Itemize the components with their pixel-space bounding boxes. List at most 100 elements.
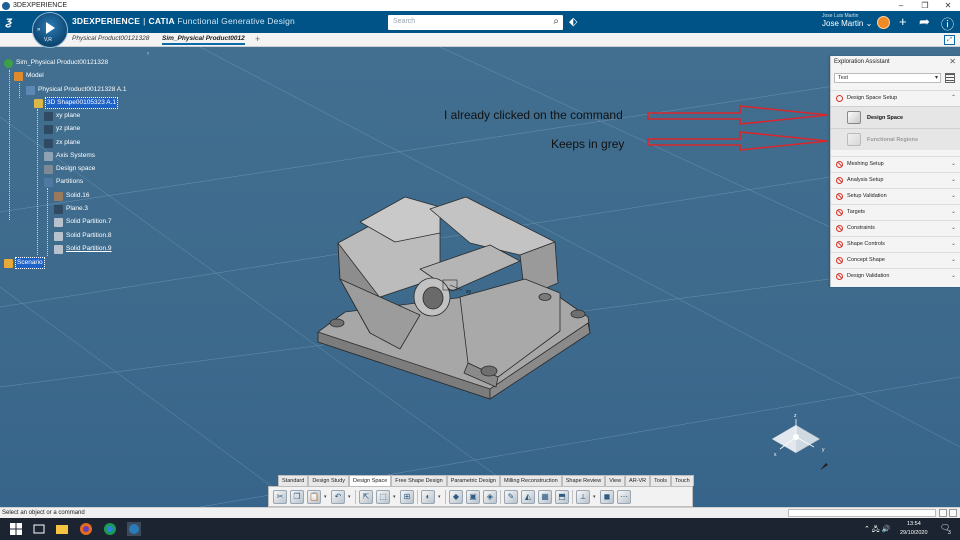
copy-icon[interactable]: ❐ [290,489,304,504]
task-view-icon[interactable] [32,522,46,536]
3dexperience-taskbar-icon[interactable] [127,522,141,536]
ea-row-design-space-setup[interactable]: Design Space Setup ⌃ [831,90,960,106]
ea-sub-functional-regions[interactable]: Functional Regions [831,128,960,150]
review-icon[interactable]: ▦ [538,489,552,504]
tree-node-design-space[interactable]: Design space [44,164,95,174]
ea-row-constraints[interactable]: Constraints ⌄ [831,220,960,236]
chevron-down-icon[interactable]: ⌄ [951,192,956,199]
chevron-down-icon[interactable]: ⌄ [951,176,956,183]
fullscreen-icon[interactable]: ⤢ [944,35,955,45]
paste-icon[interactable]: 📋 [307,489,321,504]
dropdown-icon[interactable]: ▾ [593,494,597,500]
undo-icon[interactable]: ↶ [331,489,345,504]
dropdown-icon[interactable]: ▾ [393,494,397,500]
render-style-icon[interactable]: ◐ [421,489,435,504]
tab-ar-vr[interactable]: AR-VR [625,475,651,486]
ea-sub-design-space[interactable]: Design Space [831,106,960,128]
dropdown-icon[interactable]: ▾ [324,494,328,500]
ds-logo-icon[interactable]: ƺ [6,14,12,28]
maximize-button[interactable]: ❐ [914,0,936,11]
select-icon[interactable]: ⇱ [359,489,373,504]
tree-node-scenario[interactable]: Scenario [4,257,45,269]
command-clear-icon[interactable] [939,509,947,517]
study-select[interactable]: Test ▾ [834,73,941,83]
dropdown-icon[interactable]: ▾ [348,494,352,500]
selection-mode-icon[interactable]: ⬚ [376,489,390,504]
dropdown-icon[interactable]: ▾ [438,494,442,500]
tree-node-xy-plane[interactable]: xy plane [44,111,80,121]
tab-parametric-design[interactable]: Parametric Design [446,475,500,486]
tree-node-axis-systems[interactable]: Axis Systems [44,151,95,161]
tree-node-model[interactable]: Model [14,71,44,81]
chevron-down-icon[interactable]: ⌄ [951,272,956,279]
file-explorer-icon[interactable] [55,522,69,536]
play-icon[interactable] [46,22,55,34]
box-icon[interactable]: ▣ [466,489,480,504]
ea-row-targets[interactable]: Targets ⌄ [831,204,960,220]
help-icon[interactable]: ⓘ [941,14,954,33]
tag-icon[interactable]: ⬖ [569,15,577,28]
chevron-down-icon[interactable]: ⌄ [951,208,956,215]
command-search-icon[interactable] [949,509,957,517]
chrome-icon[interactable] [103,522,117,536]
ea-row-meshing-setup[interactable]: Meshing Setup ⌄ [831,156,960,172]
ea-row-analysis-setup[interactable]: Analysis Setup ⌄ [831,172,960,188]
solid-icon[interactable]: ◆ [449,489,463,504]
tab-physical-product[interactable]: Physical Product00121328 [72,35,149,42]
3d-viewport[interactable]: xy z x y ‹ Sim_Physical Product00121328 [0,47,960,507]
tab-milling-reconstruction[interactable]: Milling Reconstruction [499,475,562,486]
close-window-button[interactable]: ✕ [937,0,959,11]
tree-node-physical-product[interactable]: Physical Product00121328 A.1 [26,85,127,95]
tab-free-shape-design[interactable]: Free Shape Design [391,475,447,486]
chevron-down-icon[interactable]: ⌄ [951,224,956,231]
compass-quadrant-icon[interactable]: » [37,27,40,33]
design-space-tool-icon[interactable]: ⬒ [555,489,569,504]
ea-row-shape-controls[interactable]: Shape Controls ⌄ [831,236,960,252]
tab-tools[interactable]: Tools [650,475,672,486]
firefox-icon[interactable] [79,522,93,536]
tab-view[interactable]: View [605,475,626,486]
tree-node-solid-partition-8[interactable]: Solid Partition.8 [54,231,112,241]
section-icon[interactable]: ◭ [521,489,535,504]
tab-shape-review[interactable]: Shape Review [561,475,606,486]
minimize-button[interactable]: – [890,0,912,11]
cube-icon[interactable]: ◼ [600,489,614,504]
close-icon[interactable]: ✕ [949,57,956,66]
cut-icon[interactable]: ✂ [273,489,287,504]
tree-node-plane-3[interactable]: Plane.3 [54,204,88,214]
avatar[interactable] [877,16,890,29]
tab-touch[interactable]: Touch [671,475,694,486]
chevron-down-icon[interactable]: ⌄ [951,256,956,263]
tree-node-solid-partition-7[interactable]: Solid Partition.7 [54,217,112,227]
tab-standard[interactable]: Standard [278,475,309,486]
shape-icon[interactable]: ◈ [483,489,497,504]
more-icon[interactable]: ⋯ [617,489,631,504]
system-tray-icons[interactable]: ⌃ 🖧 🔊 [864,525,890,536]
tree-node-yz-plane[interactable]: yz plane [44,124,80,134]
chevron-down-icon[interactable]: ⌄ [951,240,956,247]
tree-collapse-icon[interactable]: ‹ [147,51,149,57]
list-icon[interactable] [945,73,955,83]
ea-row-concept-shape[interactable]: Concept Shape ⌄ [831,252,960,268]
tree-node-solid-partition-9[interactable]: Solid Partition.9 [54,244,112,254]
command-input[interactable] [788,509,936,517]
tree-node-zx-plane[interactable]: zx plane [44,138,80,148]
tree-node-3d-shape[interactable]: 3D Shape00105323 A.1 [34,97,119,109]
tree-node-sim-product[interactable]: Sim_Physical Product00121328 [4,58,108,68]
ea-row-design-validation[interactable]: Design Validation ⌄ [831,268,960,284]
ea-row-setup-validation[interactable]: Setup Validation ⌄ [831,188,960,204]
tab-sim-physical-product[interactable]: Sim_Physical Product0012 [162,35,245,45]
search-icon[interactable]: ⌕ [553,16,559,27]
share-icon[interactable]: ➦ [919,14,930,30]
chevron-down-icon[interactable]: ⌄ [951,160,956,167]
tab-design-space[interactable]: Design Space [349,475,392,486]
windows-start-icon[interactable] [9,522,23,536]
measure-icon[interactable]: ⊞ [400,489,414,504]
axis-icon[interactable]: ⟂ [576,489,590,504]
add-tab-icon[interactable]: + [255,34,260,44]
compass-icon[interactable]: » V,R [32,12,68,48]
user-menu[interactable]: Jose Luis Martin Jose Martin ⌄ [822,13,872,28]
add-icon[interactable]: + [899,14,907,29]
tree-node-solid-16[interactable]: Solid.16 [54,191,90,201]
design-space-command-icon[interactable] [847,111,861,124]
